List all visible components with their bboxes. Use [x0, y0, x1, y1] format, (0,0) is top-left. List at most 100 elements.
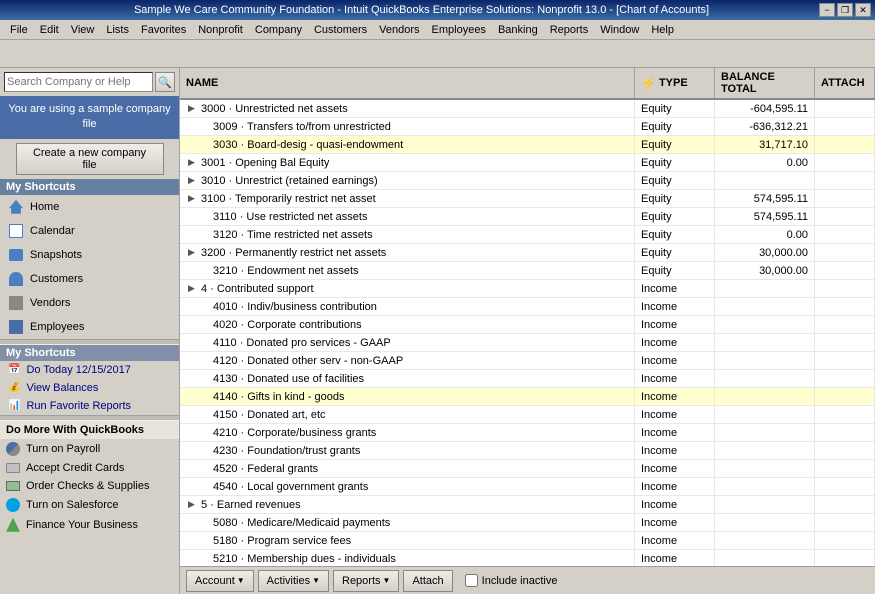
shortcut-today[interactable]: 📅 Do Today 12/15/2017 [0, 361, 179, 379]
do-more-salesforce[interactable]: Turn on Salesforce [0, 495, 179, 515]
table-row[interactable]: 3009 · Transfers to/from unrestrictedEqu… [180, 118, 875, 136]
table-row[interactable]: 5210 · Membership dues - individualsInco… [180, 550, 875, 566]
table-cell-balance [715, 280, 815, 297]
table-row[interactable]: 3030 · Board-desig - quasi-endowmentEqui… [180, 136, 875, 154]
menu-item-nonprofit[interactable]: Nonprofit [192, 22, 249, 38]
menu-item-employees[interactable]: Employees [426, 22, 492, 38]
table-cell-balance: 30,000.00 [715, 244, 815, 261]
expand-icon[interactable]: ▶ [188, 103, 198, 114]
shortcut-balances[interactable]: 💰 View Balances [0, 379, 179, 397]
table-row[interactable]: 4010 · Indiv/business contributionIncome [180, 298, 875, 316]
table-row[interactable]: 4230 · Foundation/trust grantsIncome [180, 442, 875, 460]
sidebar-item-home[interactable]: Home [0, 195, 179, 219]
minimize-button[interactable]: − [819, 3, 835, 17]
table-row[interactable]: 4020 · Corporate contributionsIncome [180, 316, 875, 334]
vendors-icon [8, 295, 24, 311]
menu-item-company[interactable]: Company [249, 22, 308, 38]
menu-item-vendors[interactable]: Vendors [373, 22, 425, 38]
table-cell-balance: 574,595.11 [715, 190, 815, 207]
expand-icon[interactable]: ▶ [188, 247, 198, 258]
menu-item-edit[interactable]: Edit [34, 22, 65, 38]
account-name: 4110 · Donated pro services - GAAP [213, 337, 391, 349]
table-cell-name: 3120 · Time restricted net assets [180, 226, 635, 243]
table-row[interactable]: 4150 · Donated art, etcIncome [180, 406, 875, 424]
expand-icon[interactable]: ▶ [188, 193, 198, 204]
do-more-checks[interactable]: Order Checks & Supplies [0, 477, 179, 495]
table-row[interactable]: ▶3000 · Unrestricted net assetsEquity-60… [180, 100, 875, 118]
sidebar-item-snapshots[interactable]: Snapshots [0, 243, 179, 267]
attach-btn-label: Attach [412, 575, 443, 587]
table-row[interactable]: 4520 · Federal grantsIncome [180, 460, 875, 478]
account-name: 4020 · Corporate contributions [213, 319, 362, 331]
include-inactive-container: Include inactive [465, 574, 558, 587]
table-cell-balance [715, 298, 815, 315]
table-row[interactable]: 3110 · Use restricted net assetsEquity57… [180, 208, 875, 226]
close-button[interactable]: ✕ [855, 3, 871, 17]
activities-button[interactable]: Activities ▼ [258, 570, 329, 592]
menu-item-reports[interactable]: Reports [544, 22, 595, 38]
table-cell-type: Equity [635, 154, 715, 171]
table-cell-type: Equity [635, 262, 715, 279]
expand-icon[interactable]: ▶ [188, 499, 198, 510]
reports-button[interactable]: Reports ▼ [333, 570, 399, 592]
table-row[interactable]: 4540 · Local government grantsIncome [180, 478, 875, 496]
create-company-button[interactable]: Create a new company file [16, 143, 164, 175]
shortcut-reports[interactable]: 📊 Run Favorite Reports [0, 397, 179, 415]
table-cell-name: ▶5 · Earned revenues [180, 496, 635, 513]
table-row[interactable]: 4210 · Corporate/business grantsIncome [180, 424, 875, 442]
account-button[interactable]: Account ▼ [186, 570, 254, 592]
shortcut-reports-label: Run Favorite Reports [26, 400, 131, 412]
search-button[interactable]: 🔍 [155, 72, 175, 92]
table-row[interactable]: 4120 · Donated other serv - non-GAAPInco… [180, 352, 875, 370]
table-row[interactable]: ▶3100 · Temporarily restrict net assetEq… [180, 190, 875, 208]
table-row[interactable]: 5180 · Program service feesIncome [180, 532, 875, 550]
table-row[interactable]: 4130 · Donated use of facilitiesIncome [180, 370, 875, 388]
table-row[interactable]: 3210 · Endowment net assetsEquity30,000.… [180, 262, 875, 280]
table-row[interactable]: ▶3001 · Opening Bal EquityEquity0.00 [180, 154, 875, 172]
sidebar-item-vendors[interactable]: Vendors [0, 291, 179, 315]
attach-button[interactable]: Attach [403, 570, 452, 592]
menu-item-help[interactable]: Help [645, 22, 680, 38]
table-row[interactable]: 3120 · Time restricted net assetsEquity0… [180, 226, 875, 244]
table-row[interactable]: 5080 · Medicare/Medicaid paymentsIncome [180, 514, 875, 532]
menu-item-view[interactable]: View [65, 22, 101, 38]
table-cell-balance [715, 514, 815, 531]
table-row[interactable]: 4110 · Donated pro services - GAAPIncome [180, 334, 875, 352]
table-cell-balance: 574,595.11 [715, 208, 815, 225]
menu-item-customers[interactable]: Customers [308, 22, 373, 38]
sidebar-item-employees[interactable]: Employees [0, 315, 179, 339]
table-cell-type: Equity [635, 118, 715, 135]
expand-icon[interactable]: ▶ [188, 157, 198, 168]
menu-item-favorites[interactable]: Favorites [135, 22, 192, 38]
do-more-finance[interactable]: Finance Your Business [0, 515, 179, 535]
col-type: ⚡ TYPE [635, 68, 715, 98]
table-row[interactable]: ▶3200 · Permanently restrict net assetsE… [180, 244, 875, 262]
customers-icon [8, 271, 24, 287]
table-cell-attach [815, 244, 875, 261]
table-cell-balance [715, 424, 815, 441]
menu-item-file[interactable]: File [4, 22, 34, 38]
table-cell-type: Equity [635, 172, 715, 189]
table-row[interactable]: ▶4 · Contributed supportIncome [180, 280, 875, 298]
table-row[interactable]: 4140 · Gifts in kind - goodsIncome [180, 388, 875, 406]
account-name: 5 · Earned revenues [201, 499, 301, 511]
do-more-payroll[interactable]: Turn on Payroll [0, 439, 179, 459]
menu-item-window[interactable]: Window [594, 22, 645, 38]
restore-button[interactable]: ❐ [837, 3, 853, 17]
include-inactive-checkbox[interactable] [465, 574, 478, 587]
menu-item-banking[interactable]: Banking [492, 22, 544, 38]
menu-item-lists[interactable]: Lists [100, 22, 135, 38]
accounts-table[interactable]: NAME ⚡ TYPE BALANCE TOTAL ATTACH ▶3000 ·… [180, 68, 875, 566]
expand-icon[interactable]: ▶ [188, 175, 198, 186]
search-input[interactable] [4, 72, 153, 92]
window-controls: − ❐ ✕ [819, 3, 871, 17]
checks-icon [6, 481, 20, 491]
sidebar-item-customers[interactable]: Customers [0, 267, 179, 291]
table-cell-attach [815, 478, 875, 495]
toolbar [0, 40, 875, 68]
expand-icon[interactable]: ▶ [188, 283, 198, 294]
table-row[interactable]: ▶5 · Earned revenuesIncome [180, 496, 875, 514]
table-row[interactable]: ▶3010 · Unrestrict (retained earnings)Eq… [180, 172, 875, 190]
do-more-credit[interactable]: Accept Credit Cards [0, 459, 179, 477]
sidebar-item-calendar[interactable]: Calendar [0, 219, 179, 243]
